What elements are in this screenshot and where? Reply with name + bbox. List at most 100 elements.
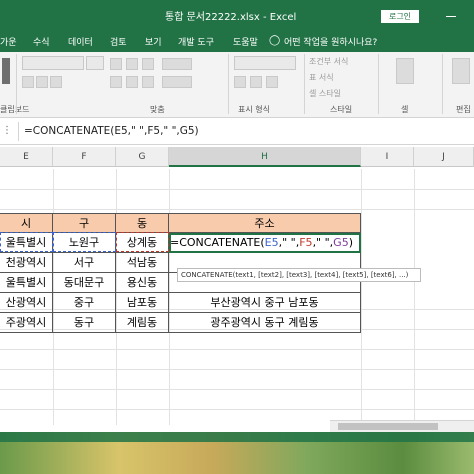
table-cell[interactable]: 동구 (53, 313, 116, 333)
table-cell[interactable]: 용신동 (116, 273, 169, 293)
group-label-clipboard: 클립보드 (0, 105, 30, 114)
more-options-icon[interactable]: ⋮ (2, 125, 12, 136)
tab-developer[interactable]: 개발 도구 (178, 35, 214, 48)
formula-separator: ," ", (278, 236, 300, 249)
group-separator (442, 54, 443, 114)
reference-highlight-f5 (53, 232, 116, 252)
formula-input[interactable]: =CONCATENATE(E5," ",F5," ",G5) (24, 125, 199, 137)
reference-highlight-g5 (116, 232, 169, 252)
table-cell[interactable]: 주광역시 (0, 313, 53, 333)
ribbon: 클립보드 맞춤 표시 형식 조건부 서식 표 서식 셀 스타일 스타일 셀 편집 (0, 52, 474, 118)
table-cell[interactable]: 계림동 (116, 313, 169, 333)
formula-bar: ⋮ =CONCATENATE(E5," ",F5," ",G5) (0, 118, 474, 145)
gridline (0, 369, 474, 370)
table-cell[interactable]: 중구 (53, 293, 116, 313)
group-separator (228, 54, 229, 114)
table-cell[interactable]: 산광역시 (0, 293, 53, 313)
column-header-j[interactable]: J (414, 147, 474, 167)
table-cell[interactable]: 서구 (53, 253, 116, 273)
function-tooltip[interactable]: CONCATENATE(text1, [text2], [text3], [te… (177, 268, 421, 282)
percent-icon[interactable] (250, 76, 262, 88)
table-cell[interactable]: 동대문구 (53, 273, 116, 293)
table-cell[interactable]: 울특별시 (0, 273, 53, 293)
conditional-format-button[interactable]: 조건부 서식 (309, 56, 348, 67)
tab-view[interactable]: 보기 (145, 35, 162, 48)
lightbulb-icon: ◯ (269, 35, 281, 46)
status-bar (0, 432, 474, 442)
gridline (0, 349, 474, 350)
horizontal-scrollbar[interactable] (330, 420, 474, 432)
gridline (0, 389, 474, 390)
font-size-select[interactable] (86, 56, 104, 70)
formula-bar-separator (18, 122, 19, 141)
font-name-select[interactable] (22, 56, 84, 70)
table-header-city[interactable]: 시 (0, 213, 53, 233)
merge-center-icon[interactable] (162, 76, 192, 88)
group-separator (378, 54, 379, 114)
align-middle-icon[interactable] (126, 58, 138, 70)
formula-ref-g5: G5 (333, 236, 349, 249)
table-cell[interactable]: 천광역시 (0, 253, 53, 273)
login-button[interactable]: 로그인 (381, 10, 419, 23)
table-cell[interactable]: 광주광역시 동구 계림동 (169, 313, 361, 333)
window-title: 통합 문서22222.xlsx - Excel (165, 12, 297, 23)
bold-icon[interactable] (22, 76, 34, 88)
column-header-h[interactable]: H (169, 147, 361, 167)
table-format-button[interactable]: 표 서식 (309, 72, 334, 83)
table-cell[interactable]: 석남동 (116, 253, 169, 273)
formula-ref-e5: E5 (264, 236, 279, 249)
column-header-f[interactable]: F (53, 147, 116, 167)
formula-suffix: ) (348, 236, 353, 249)
align-top-icon[interactable] (110, 58, 122, 70)
formula-prefix: =CONCATENATE( (170, 236, 265, 249)
tab-help[interactable]: 도움말 (233, 35, 258, 48)
formula-separator: ," ", (312, 236, 334, 249)
comma-icon[interactable] (266, 76, 278, 88)
gridline (0, 189, 474, 190)
column-header-g[interactable]: G (116, 147, 169, 167)
cells-icon[interactable] (396, 58, 414, 84)
wrap-text-icon[interactable] (162, 58, 192, 70)
gridline (0, 209, 474, 210)
gridline (414, 169, 415, 425)
table-header-district[interactable]: 구 (53, 213, 116, 233)
formula-ref-f5: F5 (299, 236, 313, 249)
paste-icon[interactable] (2, 58, 10, 84)
tab-formulas[interactable]: 수식 (33, 35, 50, 48)
group-label-number: 표시 형식 (238, 105, 270, 114)
align-center-icon[interactable] (126, 76, 138, 88)
group-separator (16, 54, 17, 114)
reference-highlight-e5 (0, 232, 53, 252)
ribbon-tabs: 가운 수식 데이터 검토 보기 개발 도구 도움말 ◯ 어떤 작업을 원하시나요… (0, 30, 474, 52)
gridline (361, 169, 362, 425)
group-label-cells: 셀 (401, 105, 409, 114)
align-bottom-icon[interactable] (142, 58, 154, 70)
table-header-address[interactable]: 주소 (169, 213, 361, 233)
minimize-button[interactable] (436, 6, 466, 22)
italic-icon[interactable] (36, 76, 48, 88)
table-cell[interactable]: 남포동 (116, 293, 169, 313)
currency-icon[interactable] (234, 76, 246, 88)
align-right-icon[interactable] (142, 76, 154, 88)
number-format-select[interactable] (234, 56, 296, 70)
group-label-styles: 스타일 (330, 105, 353, 114)
scrollbar-thumb[interactable] (338, 423, 438, 430)
underline-icon[interactable] (50, 76, 62, 88)
column-header-e[interactable]: E (0, 147, 53, 167)
column-header-i[interactable]: I (361, 147, 414, 167)
tell-me-search[interactable]: 어떤 작업을 원하시나요? (284, 35, 377, 48)
gridline (0, 409, 474, 410)
active-cell-formula[interactable]: =CONCATENATE(E5," ",F5," ",G5) (170, 236, 353, 249)
group-separator (304, 54, 305, 114)
title-bar: 통합 문서22222.xlsx - Excel 로그인 (0, 0, 474, 30)
align-left-icon[interactable] (110, 76, 122, 88)
tab-home[interactable]: 가운 (0, 35, 17, 48)
group-label-alignment: 맞춤 (150, 105, 165, 114)
table-header-dong[interactable]: 동 (116, 213, 169, 233)
cell-style-button[interactable]: 셀 스타일 (309, 88, 341, 99)
editing-icon[interactable] (452, 58, 470, 84)
group-label-editing: 편집 (456, 105, 471, 114)
table-cell[interactable]: 부산광역시 중구 남포동 (169, 293, 361, 313)
tab-data[interactable]: 데이터 (68, 35, 93, 48)
tab-review[interactable]: 검토 (110, 35, 127, 48)
